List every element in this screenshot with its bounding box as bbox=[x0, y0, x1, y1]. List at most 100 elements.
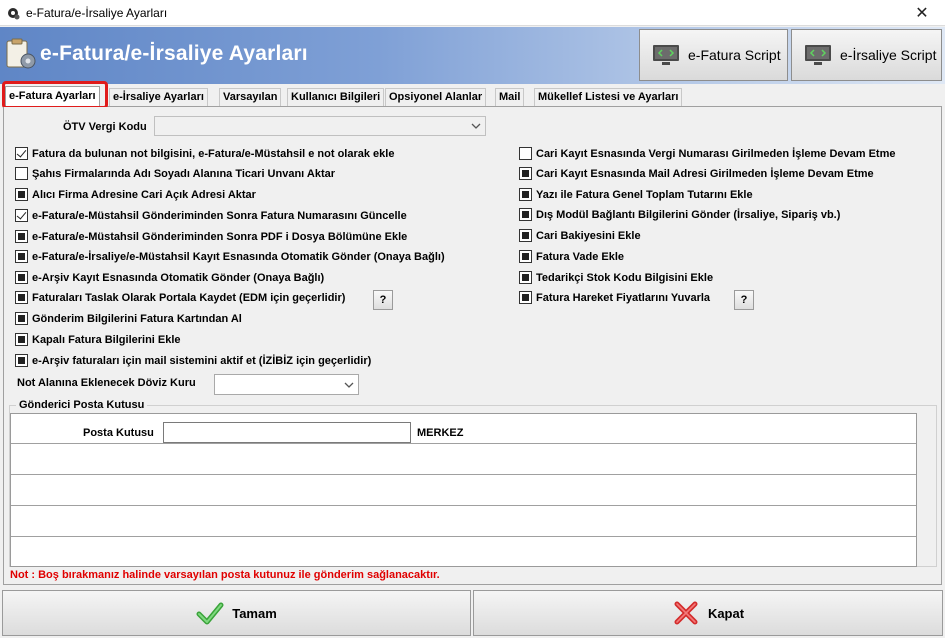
code-monitor-icon bbox=[805, 45, 831, 65]
checkbox-box[interactable] bbox=[15, 333, 28, 346]
left-checkbox-8[interactable]: Faturaları Taslak Olarak Portala Kaydet … bbox=[15, 291, 345, 304]
checkbox-box[interactable] bbox=[15, 209, 28, 222]
efatura-script-button[interactable]: e-Fatura Script bbox=[639, 29, 788, 81]
ok-label: Tamam bbox=[232, 605, 277, 621]
window-title: e-Fatura/e-İrsaliye Ayarları bbox=[26, 6, 168, 20]
checkbox-label: Cari Kayıt Esnasında Mail Adresi Girilme… bbox=[536, 167, 874, 180]
settings-document-icon bbox=[6, 38, 36, 69]
left-checkbox-6[interactable]: e-Fatura/e-İrsaliye/e-Müstahsil Kayıt Es… bbox=[15, 250, 445, 263]
left-checkbox-10[interactable]: Kapalı Fatura Bilgilerini Ekle bbox=[15, 333, 181, 346]
checkbox-box[interactable] bbox=[519, 188, 532, 201]
eirsaliye-script-label: e-İrsaliye Script bbox=[840, 47, 937, 63]
posta-kutusu-label: Posta Kutusu bbox=[83, 427, 154, 439]
left-checkbox-1[interactable]: Fatura da bulunan not bilgisini, e-Fatur… bbox=[15, 147, 394, 160]
checkbox-label: Kapalı Fatura Bilgilerini Ekle bbox=[32, 333, 181, 346]
posta-kutusu-input[interactable] bbox=[163, 422, 411, 443]
chevron-down-icon bbox=[471, 123, 481, 129]
checkbox-label: Şahıs Firmalarında Adı Soyadı Alanına Ti… bbox=[32, 167, 335, 180]
checkbox-box[interactable] bbox=[15, 250, 28, 263]
right-checkbox-2[interactable]: Cari Kayıt Esnasında Mail Adresi Girilme… bbox=[519, 167, 874, 180]
grid-row bbox=[11, 536, 916, 537]
title-bar: e-Fatura/e-İrsaliye Ayarları ✕ bbox=[0, 0, 945, 26]
tab-eirsaliye-ayarlari[interactable]: e-İrsaliye Ayarları bbox=[109, 88, 208, 106]
checkbox-label: Dış Modül Bağlantı Bilgilerini Gönder (İ… bbox=[536, 208, 841, 221]
checkbox-label: e-Arşiv Kayıt Esnasında Otomatik Gönder … bbox=[32, 271, 325, 284]
tab-strip: e-Fatura Ayarları e-İrsaliye Ayarları Va… bbox=[3, 86, 942, 108]
doviz-kuru-label: Not Alanına Eklenecek Döviz Kuru bbox=[17, 377, 196, 389]
tab-mail[interactable]: Mail bbox=[495, 88, 525, 106]
posta-kutusu-suffix: MERKEZ bbox=[417, 427, 464, 439]
checkbox-box[interactable] bbox=[519, 271, 532, 284]
left-checkbox-9[interactable]: Gönderim Bilgilerini Fatura Kartından Al bbox=[15, 312, 242, 325]
left-checkbox-4[interactable]: e-Fatura/e-Müstahsil Gönderiminden Sonra… bbox=[15, 209, 407, 222]
tab-opsiyonel-alanlar[interactable]: Opsiyonel Alanlar bbox=[385, 88, 487, 106]
help-button-taslak[interactable]: ? bbox=[373, 290, 393, 310]
grid-row bbox=[11, 474, 916, 475]
tab-kullanici-bilgileri[interactable]: Kullanıcı Bilgileri bbox=[287, 88, 385, 106]
checkbox-label: Alıcı Firma Adresine Cari Açık Adresi Ak… bbox=[32, 188, 256, 201]
code-monitor-icon bbox=[653, 45, 679, 65]
checkbox-box[interactable] bbox=[519, 291, 532, 304]
checkbox-label: e-Arşiv faturaları için mail sistemini a… bbox=[32, 354, 372, 367]
app-gear-icon bbox=[8, 8, 20, 20]
right-checkbox-8[interactable]: Fatura Hareket Fiyatlarını Yuvarla bbox=[519, 291, 710, 304]
checkbox-box[interactable] bbox=[15, 271, 28, 284]
right-checkbox-6[interactable]: Fatura Vade Ekle bbox=[519, 250, 624, 263]
grid-row bbox=[11, 505, 916, 506]
header-banner: e-Fatura/e-İrsaliye Ayarları e-Fatura Sc… bbox=[0, 27, 945, 84]
checkbox-box[interactable] bbox=[519, 147, 532, 160]
left-checkbox-7[interactable]: e-Arşiv Kayıt Esnasında Otomatik Gönder … bbox=[15, 271, 324, 284]
checkbox-box[interactable] bbox=[519, 250, 532, 263]
left-checkbox-5[interactable]: e-Fatura/e-Müstahsil Gönderiminden Sonra… bbox=[15, 230, 407, 243]
checkbox-box[interactable] bbox=[15, 291, 28, 304]
close-label: Kapat bbox=[707, 605, 745, 621]
left-checkbox-11[interactable]: e-Arşiv faturaları için mail sistemini a… bbox=[15, 354, 371, 367]
otv-vergi-kodu-select[interactable] bbox=[154, 116, 486, 136]
right-checkbox-4[interactable]: Dış Modül Bağlantı Bilgilerini Gönder (İ… bbox=[519, 208, 840, 221]
doviz-kuru-select[interactable] bbox=[214, 374, 359, 395]
checkbox-label: Fatura Hareket Fiyatlarını Yuvarla bbox=[536, 291, 711, 304]
checkbox-label: Fatura da bulunan not bilgisini, e-Fatur… bbox=[32, 147, 395, 160]
checkbox-label: Gönderim Bilgilerini Fatura Kartından Al bbox=[32, 312, 242, 325]
right-checkbox-7[interactable]: Tedarikçi Stok Kodu Bilgisini Ekle bbox=[519, 271, 713, 284]
close-button[interactable]: Kapat bbox=[473, 590, 943, 636]
right-checkbox-3[interactable]: Yazı ile Fatura Genel Toplam Tutarını Ek… bbox=[519, 188, 753, 201]
active-tab-highlight bbox=[2, 81, 108, 109]
checkbox-box[interactable] bbox=[519, 229, 532, 242]
checkmark-icon bbox=[196, 602, 224, 625]
chevron-down-icon bbox=[344, 382, 354, 388]
banner-title: e-Fatura/e-İrsaliye Ayarları bbox=[40, 42, 308, 65]
close-window-button[interactable]: ✕ bbox=[899, 0, 945, 26]
left-checkbox-2[interactable]: Şahıs Firmalarında Adı Soyadı Alanına Ti… bbox=[15, 167, 335, 180]
checkbox-box[interactable] bbox=[15, 147, 28, 160]
close-icon: ✕ bbox=[915, 5, 929, 22]
checkbox-label: Yazı ile Fatura Genel Toplam Tutarını Ek… bbox=[536, 188, 753, 201]
checkbox-label: Faturaları Taslak Olarak Portala Kaydet … bbox=[32, 291, 346, 304]
otv-label: ÖTV Vergi Kodu bbox=[63, 121, 147, 133]
left-checkbox-3[interactable]: Alıcı Firma Adresine Cari Açık Adresi Ak… bbox=[15, 188, 256, 201]
grid-row bbox=[11, 443, 916, 444]
group-title: Gönderici Posta Kutusu bbox=[16, 399, 148, 411]
checkbox-box[interactable] bbox=[15, 354, 28, 367]
checkbox-label: e-Fatura/e-Müstahsil Gönderiminden Sonra… bbox=[32, 209, 407, 222]
checkbox-box[interactable] bbox=[519, 208, 532, 221]
tab-mukellef-listesi[interactable]: Mükellef Listesi ve Ayarları bbox=[534, 88, 683, 106]
checkbox-box[interactable] bbox=[15, 312, 28, 325]
checkbox-label: e-Fatura/e-Müstahsil Gönderiminden Sonra… bbox=[32, 230, 408, 243]
efatura-script-label: e-Fatura Script bbox=[688, 47, 781, 63]
tab-varsayilan[interactable]: Varsayılan bbox=[219, 88, 282, 106]
checkbox-box[interactable] bbox=[15, 167, 28, 180]
ok-button[interactable]: Tamam bbox=[2, 590, 471, 636]
right-checkbox-5[interactable]: Cari Bakiyesini Ekle bbox=[519, 229, 641, 242]
checkbox-box[interactable] bbox=[519, 167, 532, 180]
checkbox-label: Cari Kayıt Esnasında Vergi Numarası Giri… bbox=[536, 147, 896, 160]
eirsaliye-script-button[interactable]: e-İrsaliye Script bbox=[791, 29, 942, 81]
close-x-icon bbox=[674, 601, 698, 625]
checkbox-box[interactable] bbox=[15, 188, 28, 201]
checkbox-box[interactable] bbox=[15, 230, 28, 243]
posta-kutusu-note: Not : Boş bırakmanız halinde varsayılan … bbox=[10, 569, 440, 581]
right-checkbox-1[interactable]: Cari Kayıt Esnasında Vergi Numarası Giri… bbox=[519, 147, 896, 160]
help-button-yuvarla[interactable]: ? bbox=[734, 290, 754, 310]
checkbox-label: e-Fatura/e-İrsaliye/e-Müstahsil Kayıt Es… bbox=[32, 250, 445, 263]
checkbox-label: Tedarikçi Stok Kodu Bilgisini Ekle bbox=[536, 271, 714, 284]
